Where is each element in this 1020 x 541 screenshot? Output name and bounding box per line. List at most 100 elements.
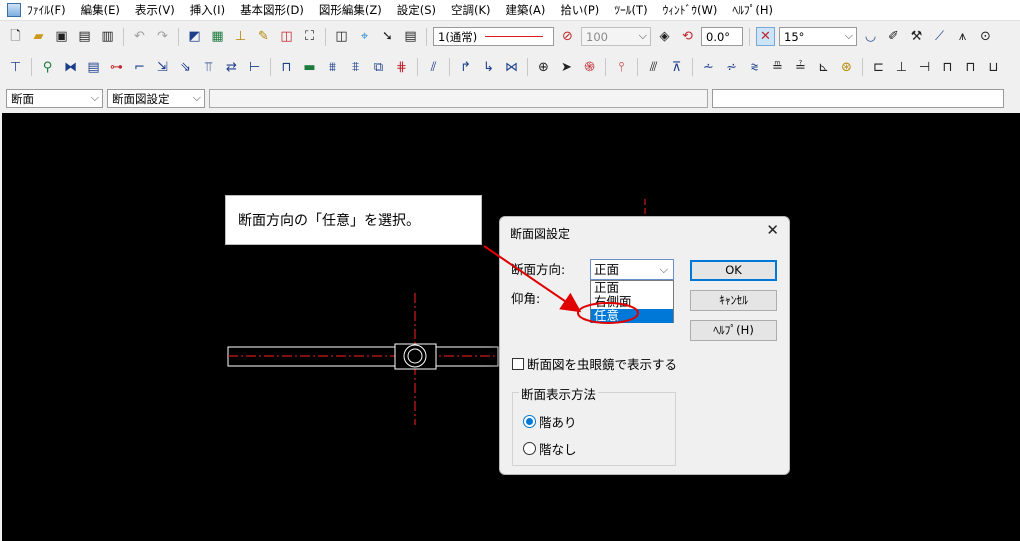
bracket-icon[interactable]: ⊣ [915, 58, 934, 77]
menu-file[interactable]: ﾌｧｲﾙ(F) [27, 2, 66, 18]
menu-hvac[interactable]: 空調(K) [451, 2, 491, 18]
menu-shape-edit[interactable]: 図形編集(Z) [319, 2, 382, 18]
app-icon[interactable] [7, 3, 21, 17]
duct-reducer-icon[interactable]: ⇘ [176, 58, 195, 77]
snap-cursor-icon[interactable]: ⌖ [355, 27, 374, 46]
arc-tool-icon[interactable]: ◡ [861, 27, 880, 46]
fit-view-icon[interactable]: ⛶ [300, 27, 319, 46]
print-icon[interactable]: ▥ [98, 27, 117, 46]
help-button[interactable]: ﾍﾙﾌﾟ(H) [690, 320, 777, 341]
duct-end-icon[interactable]: ⊢ [245, 58, 264, 77]
arrow-tag-icon[interactable]: ➤ [557, 58, 576, 77]
radio-button[interactable] [523, 442, 536, 455]
drawing-frame-icon[interactable]: ◫ [277, 27, 296, 46]
dimension-text-icon[interactable]: ≞ [768, 58, 787, 77]
circle-tool-icon[interactable]: ⊙ [976, 27, 995, 46]
print-preview-icon[interactable]: ▤ [75, 27, 94, 46]
status-input[interactable] [712, 89, 1004, 108]
layer-list-icon[interactable]: ▦ [208, 27, 227, 46]
loupe-checkbox-row[interactable]: 断面図を虫眼鏡で表示する [512, 354, 677, 373]
route-connect-icon[interactable]: ⋈ [502, 58, 521, 77]
hammer-icon[interactable]: ⚒ [907, 27, 926, 46]
new-file-icon[interactable]: 🗋 [6, 27, 25, 46]
redo-icon[interactable]: ↷ [153, 27, 172, 46]
draw-tool-icon[interactable]: ✐ [884, 27, 903, 46]
elevation-icon[interactable]: ⊾ [814, 58, 833, 77]
connector-icon[interactable]: ⊶ [107, 58, 126, 77]
flange-icon[interactable]: ⩨ [346, 58, 365, 77]
menu-help[interactable]: ﾍﾙﾌﾟ(H) [732, 2, 773, 18]
layer-select[interactable]: 1(通常) [433, 27, 554, 46]
menu-settings[interactable]: 設定(S) [397, 2, 436, 18]
command-input[interactable] [209, 89, 708, 108]
equipment-icon[interactable]: ⊤ [6, 58, 25, 77]
duct-elbow-icon[interactable]: ⌐ [130, 58, 149, 77]
section-setting-select[interactable]: 断面図設定 ⌵ [107, 89, 205, 108]
menu-basic-shapes[interactable]: 基本図形(D) [240, 2, 304, 18]
fill-icon[interactable]: ◈ [655, 27, 674, 46]
stand-icon[interactable]: ⊔ [984, 58, 1003, 77]
branch-icon[interactable]: ⚲ [38, 58, 57, 77]
outlet-icon[interactable]: ⩩ [323, 58, 342, 77]
snap-angle-select[interactable]: 15° ⌵ [779, 27, 857, 46]
split-view-icon[interactable]: ◫ [332, 27, 351, 46]
menu-edit[interactable]: 編集(E) [81, 2, 120, 18]
radio-with-floors[interactable]: 階あり [523, 412, 577, 431]
dimension-both-icon[interactable]: ⩬ [745, 58, 764, 77]
menu-view[interactable]: 表示(V) [135, 2, 175, 18]
print-setting-icon[interactable]: ▤ [401, 27, 420, 46]
route-icon[interactable]: ↱ [456, 58, 475, 77]
hanger-icon[interactable]: ⊏ [869, 58, 888, 77]
menu-architecture[interactable]: 建築(A) [506, 2, 546, 18]
save-icon[interactable]: ▣ [52, 27, 71, 46]
select-cursor-icon[interactable]: ➘ [378, 27, 397, 46]
slope-icon[interactable]: ⫽ [424, 58, 443, 77]
close-icon[interactable]: ✕ [766, 221, 779, 239]
pipe-break-icon[interactable]: ⋕ [392, 58, 411, 77]
cut-mark-icon[interactable]: ⫯ [612, 58, 631, 77]
radio-button-selected[interactable] [523, 415, 536, 428]
spiral-icon[interactable]: ֍ [580, 58, 599, 77]
loupe-checkbox[interactable] [512, 357, 524, 370]
open-folder-icon[interactable]: ▰ [29, 27, 48, 46]
direction-option-right-side[interactable]: 右側面 [591, 295, 673, 309]
direction-select[interactable]: 正面 ⌵ [590, 259, 674, 280]
line-tool-icon[interactable]: ⟋ [930, 27, 949, 46]
level-mark-icon[interactable]: ⊼ [667, 58, 686, 77]
valve-icon[interactable]: ⧓ [61, 58, 80, 77]
radio-without-floors[interactable]: 階なし [523, 439, 577, 458]
menu-insert[interactable]: 挿入(I) [190, 2, 225, 18]
dimension-up-icon[interactable]: ⩪ [699, 58, 718, 77]
gate-icon[interactable]: ⊓ [961, 58, 980, 77]
ok-button[interactable]: OK [690, 260, 777, 281]
scale-select[interactable]: 100 ⌵ [581, 27, 651, 46]
menu-window[interactable]: ｳｨﾝﾄﾞｳ(W) [663, 2, 718, 18]
dimension-down-icon[interactable]: ⩫ [722, 58, 741, 77]
direction-option-arbitrary[interactable]: 任意 [591, 309, 673, 323]
fitting-icon[interactable]: ⊓ [277, 58, 296, 77]
direction-option-front[interactable]: 正面 [591, 281, 673, 295]
panel-icon[interactable]: ▤ [84, 58, 103, 77]
layer-settings-icon[interactable]: ◩ [185, 27, 204, 46]
property-brush-icon[interactable]: ✎ [254, 27, 273, 46]
duct-tee-icon[interactable]: ⫪ [199, 58, 218, 77]
route-offset-icon[interactable]: ↳ [479, 58, 498, 77]
menu-takeoff[interactable]: 拾い(P) [560, 2, 599, 18]
pipe-joint-icon[interactable]: ⧉ [369, 58, 388, 77]
duct-cross-icon[interactable]: ⇄ [222, 58, 241, 77]
layer-info-icon[interactable]: ⊥ [231, 27, 250, 46]
undo-icon[interactable]: ↶ [130, 27, 149, 46]
angle-input[interactable]: 0.0° [701, 27, 743, 46]
menu-tools[interactable]: ﾂｰﾙ(T) [614, 2, 647, 18]
duct-offset-icon[interactable]: ⇲ [153, 58, 172, 77]
view-select[interactable]: 断面 ⌵ [6, 89, 103, 108]
marker-icon[interactable]: ⊛ [837, 58, 856, 77]
support-icon[interactable]: ⊥ [892, 58, 911, 77]
target-icon[interactable]: ⊕ [534, 58, 553, 77]
frame-icon[interactable]: ⊓ [938, 58, 957, 77]
rotate-icon[interactable]: ⟲ [678, 27, 697, 46]
angle-snap-icon[interactable]: ✕ [756, 27, 775, 46]
no-scale-icon[interactable]: ⊘ [558, 27, 577, 46]
cancel-button[interactable]: ｷｬﾝｾﾙ [690, 290, 777, 311]
damper-icon[interactable]: ▬ [300, 58, 319, 77]
